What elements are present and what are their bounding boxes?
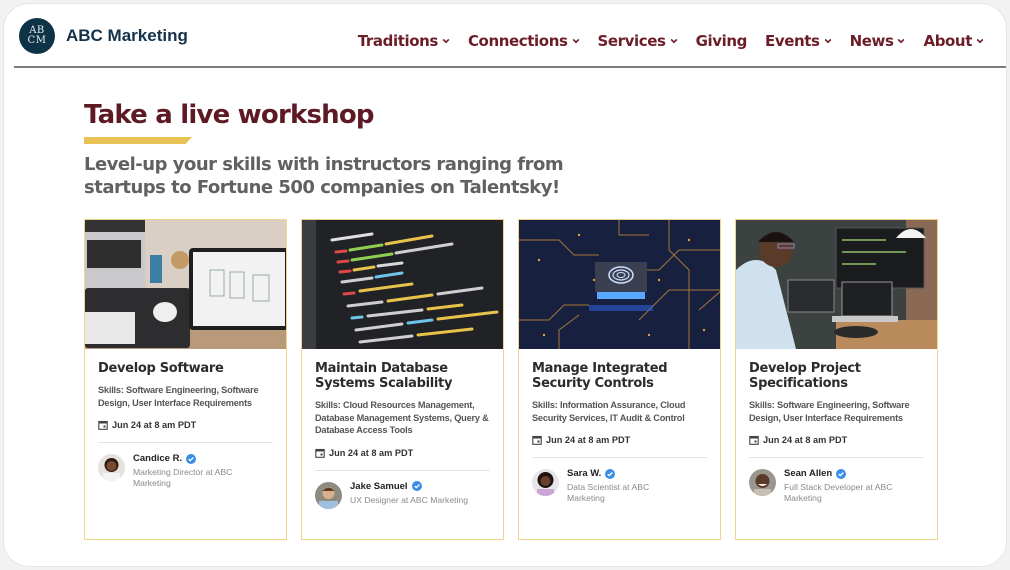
instructor-name-text: Candice R. xyxy=(133,453,183,464)
chevron-down-icon xyxy=(898,38,905,44)
instructor-name[interactable]: Jake Samuel xyxy=(350,481,470,492)
workshop-card[interactable]: Manage Integrated Security Controls Skil… xyxy=(518,219,721,540)
main-nav: Traditions Connections Services Giving E… xyxy=(358,32,984,50)
workshop-date-text: Jun 24 at 8 am PDT xyxy=(546,435,631,445)
card-divider xyxy=(98,442,273,443)
instructor: Jake Samuel UX Designer at ABC Marketing xyxy=(315,481,490,509)
nav-item-giving[interactable]: Giving xyxy=(695,32,748,50)
workshop-date: Jun 24 at 8 am PDT xyxy=(98,420,273,430)
nav-label: News xyxy=(849,32,894,50)
instructor-name-text: Sean Allen xyxy=(784,468,833,479)
card-divider xyxy=(749,457,924,458)
developer-at-monitors-image xyxy=(736,220,937,349)
instructor-role: Marketing Director at ABC Marketing xyxy=(133,467,233,488)
card-divider xyxy=(315,469,490,471)
workshop-date-text: Jun 24 at 8 am PDT xyxy=(112,420,197,430)
nav-item-connections[interactable]: Connections xyxy=(468,32,580,50)
workshop-skills: Skills: Cloud Resources Management, Data… xyxy=(315,400,489,435)
instructor-name[interactable]: Sean Allen xyxy=(784,468,904,479)
nav-item-events[interactable]: Events xyxy=(765,32,832,50)
workshop-date: Jun 24 at 8 am PDT xyxy=(315,448,490,458)
logo-icon[interactable]: AB CM xyxy=(19,18,55,54)
instructor: Sara W. Data Scientist at ABC Marketing xyxy=(532,468,707,503)
workshop-title[interactable]: Develop Software xyxy=(98,361,273,376)
workshop-skills: Skills: Software Engineering, Software D… xyxy=(98,385,259,408)
instructor-name[interactable]: Sara W. xyxy=(567,468,687,479)
calendar-icon xyxy=(749,435,759,445)
header-divider xyxy=(14,66,1006,68)
instructor-name-text: Jake Samuel xyxy=(350,480,408,492)
workshop-card[interactable]: Maintain Database Systems Scalability Sk… xyxy=(301,219,504,540)
nav-item-about[interactable]: About xyxy=(923,32,984,50)
brand-name[interactable]: ABC Marketing xyxy=(66,26,188,46)
instructor: Sean Allen Full Stack Developer at ABC M… xyxy=(749,468,924,503)
page-subtitle: Level-up your skills with instructors ra… xyxy=(84,154,564,198)
avatar[interactable] xyxy=(98,454,125,481)
workshop-date: Jun 24 at 8 am PDT xyxy=(532,435,707,445)
nav-item-services[interactable]: Services xyxy=(598,32,678,50)
verified-badge-icon xyxy=(186,453,197,464)
workshop-title[interactable]: Maintain Database Systems Scalability xyxy=(315,361,490,391)
calendar-icon xyxy=(532,435,542,445)
card-divider xyxy=(532,457,707,458)
verified-badge-icon xyxy=(411,481,422,491)
workshop-date-text: Jun 24 at 8 am PDT xyxy=(763,435,848,445)
chevron-down-icon xyxy=(442,38,450,44)
workshop-date: Jun 24 at 8 am PDT xyxy=(749,435,924,445)
instructor-name[interactable]: Candice R. xyxy=(133,453,253,464)
page-frame: AB CM ABC Marketing Traditions Connectio… xyxy=(3,3,1007,567)
nav-item-news[interactable]: News xyxy=(850,32,906,50)
workspace-laptop-tablet-image xyxy=(85,220,286,349)
nav-label: Events xyxy=(764,32,820,50)
nav-label: Traditions xyxy=(357,32,439,50)
workshop-skills: Skills: Software Engineering, Software D… xyxy=(749,400,910,423)
verified-badge-icon xyxy=(836,468,847,479)
workshop-card[interactable]: Develop Software Skills: Software Engine… xyxy=(84,219,287,540)
instructor: Candice R. Marketing Director at ABC Mar… xyxy=(98,453,273,488)
site-header: AB CM ABC Marketing Traditions Connectio… xyxy=(4,4,1006,68)
page-title: Take a live workshop xyxy=(84,100,375,130)
calendar-icon xyxy=(98,420,108,430)
chevron-down-icon xyxy=(976,38,984,44)
instructor-role: Full Stack Developer at ABC Marketing xyxy=(784,482,893,503)
chevron-down-icon xyxy=(670,38,677,44)
workshop-skills: Skills: Information Assurance, Cloud Sec… xyxy=(532,400,686,423)
fingerprint-circuit-image xyxy=(519,220,720,349)
chevron-down-icon xyxy=(824,38,831,44)
workshop-date-text: Jun 24 at 8 am PDT xyxy=(329,447,414,458)
nav-label: About xyxy=(923,32,972,50)
workshop-title[interactable]: Manage Integrated Security Controls xyxy=(532,361,707,391)
nav-label: Giving xyxy=(695,32,748,50)
instructor-role: UX Designer at ABC Marketing xyxy=(350,494,468,505)
nav-item-traditions[interactable]: Traditions xyxy=(358,32,450,50)
workshop-card[interactable]: Develop Project Specifications Skills: S… xyxy=(735,219,938,540)
code-on-screen-image xyxy=(302,220,503,349)
logo-text-bottom: CM xyxy=(27,35,47,46)
verified-badge-icon xyxy=(605,468,616,479)
nav-label: Connections xyxy=(467,32,568,50)
title-underline-accent xyxy=(84,137,192,144)
instructor-name-text: Sara W. xyxy=(567,468,602,479)
avatar[interactable] xyxy=(315,481,342,509)
avatar[interactable] xyxy=(749,469,776,496)
workshop-title[interactable]: Develop Project Specifications xyxy=(749,361,924,391)
chevron-down-icon xyxy=(572,38,579,44)
workshop-cards: Develop Software Skills: Software Engine… xyxy=(84,219,938,540)
instructor-role: Data Scientist at ABC Marketing xyxy=(567,482,650,503)
nav-label: Services xyxy=(597,32,666,50)
calendar-icon xyxy=(315,448,325,458)
avatar[interactable] xyxy=(532,469,559,496)
